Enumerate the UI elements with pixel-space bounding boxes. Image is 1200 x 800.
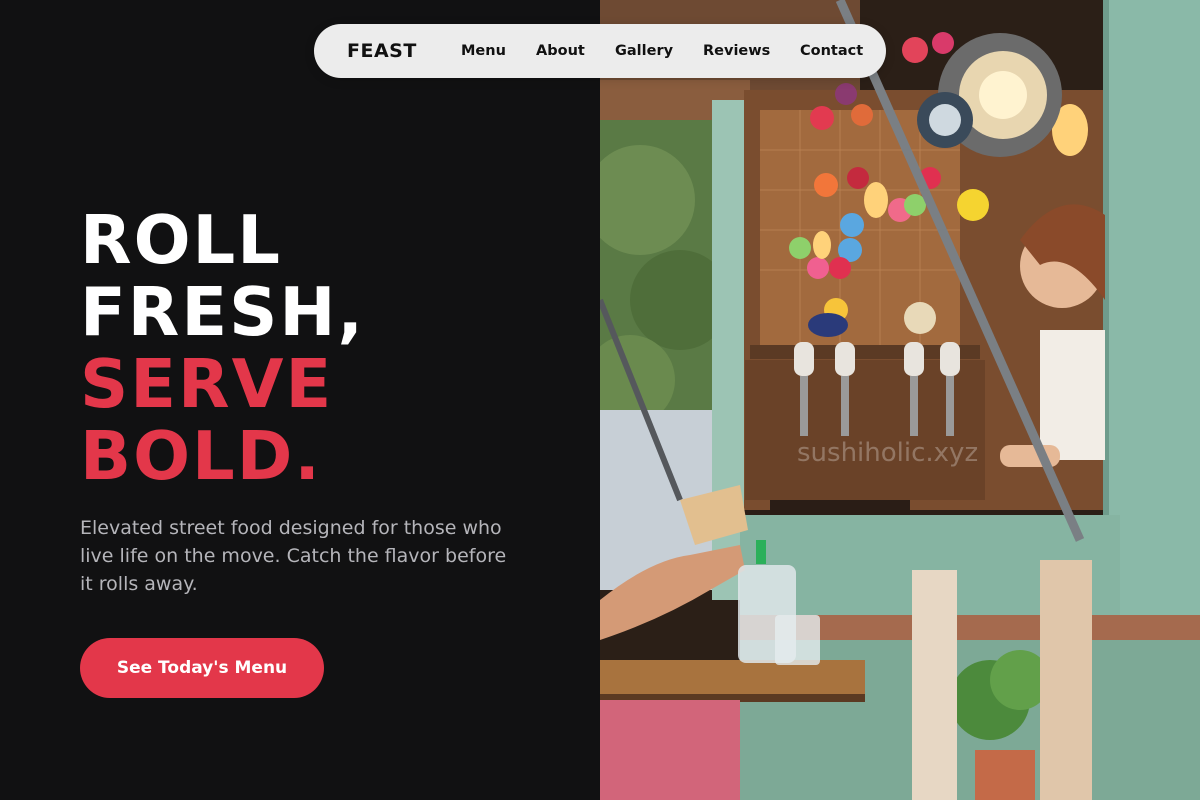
photo-watermark: sushiholic.xyz: [797, 438, 979, 468]
food-truck-illustration: [600, 0, 1200, 800]
hero-title-line-3: SERVE: [80, 345, 334, 423]
hero-title-line-4: BOLD.: [80, 417, 322, 495]
nav-link-contact[interactable]: Contact: [800, 24, 863, 78]
hero-title-line-1: ROLL: [80, 201, 282, 279]
nav-link-menu[interactable]: Menu: [461, 24, 506, 78]
top-navbar: FEAST Menu About Gallery Reviews Contact: [314, 24, 886, 78]
nav-link-reviews[interactable]: Reviews: [703, 24, 770, 78]
hero-photo-food-truck: sushiholic.xyz: [600, 0, 1200, 800]
see-todays-menu-button[interactable]: See Today's Menu: [80, 638, 324, 698]
hero-left-panel: ROLL FRESH, SERVE BOLD. Elevated street …: [0, 0, 600, 800]
hero-subtitle: Elevated street food designed for those …: [80, 517, 507, 595]
hero-title: ROLL FRESH, SERVE BOLD.: [80, 204, 365, 492]
nav-link-about[interactable]: About: [536, 24, 585, 78]
hero-title-line-2: FRESH,: [80, 273, 365, 351]
brand-logo[interactable]: FEAST: [347, 24, 417, 78]
nav-link-gallery[interactable]: Gallery: [615, 24, 673, 78]
